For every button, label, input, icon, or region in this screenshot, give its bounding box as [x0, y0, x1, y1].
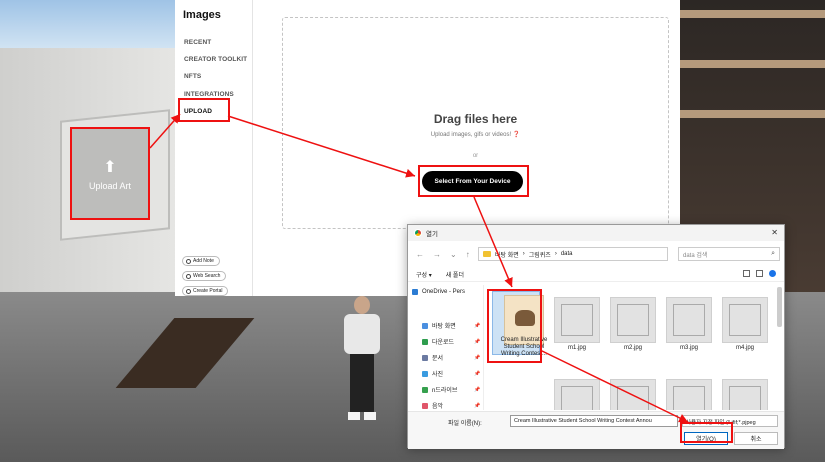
filename-input[interactable]: Cream Illustrative Student School Writin…	[510, 415, 678, 427]
dropzone-subtitle: Upload images, gifs or videos! ❓	[430, 132, 521, 138]
dialog-titlebar: 열기 ✕	[408, 225, 784, 241]
filename-label: 파일 이름(N):	[448, 421, 482, 427]
pin-icon: 📌	[474, 370, 481, 377]
sky	[0, 0, 180, 52]
forward-icon[interactable]: →	[433, 250, 441, 259]
upload-highlight-box	[178, 98, 230, 122]
file-thumbnail[interactable]	[554, 379, 600, 410]
organize-button[interactable]: 구성 ▾	[416, 270, 432, 279]
tree-item-documents[interactable]: 문서 📌	[422, 353, 480, 362]
breadcrumb-data[interactable]: data	[561, 251, 573, 257]
file-name: m3.jpg	[679, 345, 698, 351]
drive-icon	[422, 386, 428, 393]
file-thumbnail[interactable]	[666, 297, 712, 343]
file-thumbnail[interactable]	[722, 297, 768, 343]
chevron-down-icon[interactable]: ⌄	[450, 250, 457, 259]
pin-icon: 📌	[474, 322, 481, 329]
close-icon[interactable]: ✕	[771, 228, 778, 237]
new-folder-button[interactable]: 새 폴더	[446, 270, 464, 279]
file-thumbnail[interactable]	[666, 379, 712, 410]
upload-art-label: Upload Art	[88, 180, 132, 191]
open-button-highlight-box	[680, 422, 733, 443]
nav-creator-toolkit[interactable]: CREATOR TOOLKIT	[184, 56, 247, 63]
select-button-highlight-box	[418, 165, 529, 197]
dialog-toolbar: 구성 ▾ 새 폴더	[408, 268, 784, 282]
download-icon	[422, 338, 428, 345]
navigation-tree: OneDrive - Pers 바탕 화면 📌 다운로드 📌 문서 📌 사진 📌 n드라…	[408, 285, 484, 410]
breadcrumb-picture-quiz[interactable]: 그림퀴즈	[529, 250, 551, 259]
add-note-button[interactable]: Add Note	[182, 256, 220, 266]
cancel-button[interactable]: 취소	[734, 432, 778, 445]
breadcrumb-desktop[interactable]: 바탕 화면	[495, 250, 519, 259]
upload-art-placeholder[interactable]: ⬆ Upload Art	[70, 127, 150, 220]
file-name: m2.jpg	[623, 345, 642, 351]
file-name: m4.jpg	[735, 345, 754, 351]
file-thumbnail[interactable]	[554, 297, 600, 343]
note-icon	[186, 258, 191, 264]
scrollbar[interactable]	[777, 287, 782, 327]
cloud-icon	[412, 289, 418, 295]
tree-item-downloads[interactable]: 다운로드 📌	[422, 337, 480, 346]
address-bar[interactable]: 바탕 화면 › 그림퀴즈 › data	[478, 247, 668, 261]
music-icon	[422, 402, 428, 409]
tree-item-desktop[interactable]: 바탕 화면 📌	[422, 321, 480, 330]
selected-file-highlight-box	[487, 289, 542, 363]
portal-icon	[186, 288, 191, 294]
up-icon[interactable]: ↑	[466, 250, 470, 259]
nav-recent[interactable]: RECENT	[184, 39, 211, 46]
tree-item-music[interactable]: 음악 📌	[422, 401, 480, 410]
file-open-dialog: 열기 ✕ ← → ⌄ ↑ 바탕 화면 › 그림퀴즈 › data data 검색…	[407, 224, 785, 449]
view-options-icon[interactable]	[743, 270, 750, 277]
images-sidebar: Images RECENT CREATOR TOOLKIT NFTS INTEG…	[175, 0, 253, 296]
upload-dropzone[interactable]: Drag files here Upload images, gifs or v…	[282, 17, 669, 229]
dropzone-title: Drag files here	[433, 112, 518, 126]
search-icon: ⌕	[771, 250, 775, 257]
nav-integrations[interactable]: INTEGRATIONS	[184, 91, 234, 98]
preview-pane-icon[interactable]	[756, 270, 763, 277]
pin-icon: 📌	[474, 354, 481, 361]
sidebar-title: Images	[183, 9, 221, 21]
pin-icon: 📌	[474, 402, 481, 409]
tree-item-ndrive[interactable]: n드라이브 📌	[422, 385, 480, 394]
file-thumbnail[interactable]	[610, 379, 656, 410]
nav-nfts[interactable]: NFTS	[184, 73, 201, 80]
globe-icon	[186, 273, 191, 279]
tree-item-onedrive[interactable]: OneDrive - Pers	[412, 289, 465, 295]
upload-arrow-icon: ⬆	[103, 158, 117, 176]
help-icon[interactable]	[769, 270, 776, 277]
chrome-icon	[414, 229, 422, 237]
create-portal-button[interactable]: Create Portal	[182, 286, 229, 296]
back-icon[interactable]: ←	[416, 250, 424, 259]
pin-icon: 📌	[474, 386, 481, 393]
document-icon	[422, 354, 428, 361]
avatar	[338, 296, 386, 426]
file-thumbnail[interactable]	[722, 379, 768, 410]
web-search-button[interactable]: Web Search	[182, 271, 227, 281]
dropzone-or: or	[472, 153, 479, 159]
file-name: m1.jpg	[567, 345, 586, 351]
address-row: ← → ⌄ ↑ 바탕 화면 › 그림퀴즈 › data data 검색 ⌕	[408, 245, 784, 265]
search-input[interactable]: data 검색 ⌕	[678, 247, 780, 261]
folder-icon	[483, 251, 491, 257]
tree-item-pictures[interactable]: 사진 📌	[422, 369, 480, 378]
picture-icon	[422, 370, 428, 377]
pin-icon: 📌	[474, 338, 481, 345]
desktop-icon	[422, 322, 428, 329]
dialog-title: 열기	[426, 231, 438, 238]
file-thumbnail[interactable]	[610, 297, 656, 343]
